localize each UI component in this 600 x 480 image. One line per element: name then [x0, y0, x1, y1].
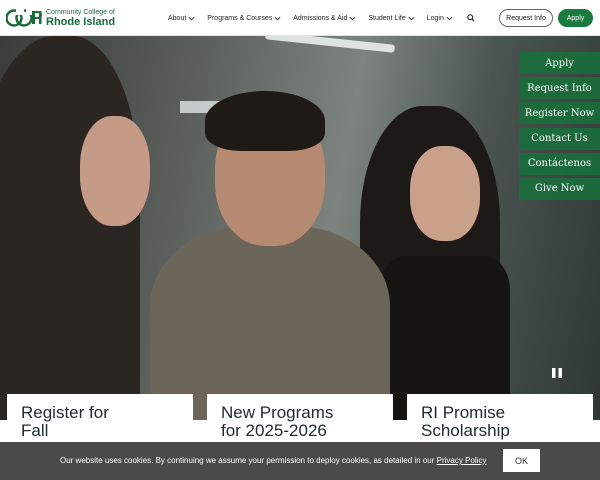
logo-line1: Community College of [46, 8, 115, 16]
chevron-down-icon [408, 16, 415, 20]
site-header: Community College of Rhode Island About … [0, 0, 600, 36]
search-icon[interactable] [467, 14, 475, 22]
privacy-policy-link[interactable]: Privacy Policy [437, 456, 487, 465]
chevron-down-icon [188, 16, 195, 20]
card-title-line1: Register for [21, 403, 109, 422]
quick-link-request-info[interactable]: Request Info [519, 77, 600, 100]
card-title-line2: Scholarship [421, 421, 510, 440]
quick-link-contact-us[interactable]: Contact Us [519, 127, 600, 150]
nav-label: Login [426, 14, 444, 22]
student-left-face [80, 116, 150, 226]
main-nav: About Programs & Courses Admissions & Ai… [168, 0, 475, 36]
student-center-body [150, 226, 390, 420]
quick-link-contactenos[interactable]: Contáctenos [519, 152, 600, 175]
card-title-line2: for 2025-2026 [221, 421, 327, 440]
ccri-logo[interactable]: Community College of Rhode Island [6, 6, 136, 30]
nav-label: About [168, 14, 187, 22]
hero-image [0, 36, 600, 420]
cookie-message: Our website uses cookies. By continuing … [60, 456, 435, 465]
nav-label: Admissions & Aid [293, 14, 348, 22]
chevron-down-icon [349, 16, 356, 20]
nav-item-about[interactable]: About [168, 15, 195, 22]
nav-item-student-life[interactable]: Student Life [368, 14, 415, 22]
nav-label: Student Life [368, 14, 406, 22]
quick-link-give-now[interactable]: Give Now [519, 177, 600, 200]
request-info-button[interactable]: Request Info [499, 9, 553, 27]
student-center-hair [205, 91, 325, 151]
quick-links: Apply Request Info Register Now Contact … [519, 52, 600, 203]
ceiling-light [264, 36, 396, 53]
student-left [0, 36, 140, 420]
student-right-face [410, 146, 480, 241]
nav-item-login[interactable]: Login [427, 15, 453, 22]
nav-label: Programs & Courses [207, 14, 273, 22]
chevron-down-icon [446, 16, 453, 20]
pause-icon[interactable] [548, 364, 566, 382]
logo-line2: Rhode Island [46, 15, 116, 28]
apply-button[interactable]: Apply [558, 9, 593, 27]
nav-item-admissions-aid[interactable]: Admissions & Aid [293, 15, 356, 22]
chevron-down-icon [274, 16, 281, 20]
quick-link-register-now[interactable]: Register Now [519, 102, 600, 125]
ccri-logo-mark [6, 7, 42, 27]
card-title-line2: Fall [21, 421, 49, 440]
card-title-line1: RI Promise [421, 403, 506, 422]
cookie-ok-button[interactable]: OK [503, 449, 540, 472]
quick-link-apply[interactable]: Apply [519, 52, 600, 74]
nav-item-programs-courses[interactable]: Programs & Courses [207, 15, 281, 22]
card-title-line1: New Programs [221, 403, 334, 422]
